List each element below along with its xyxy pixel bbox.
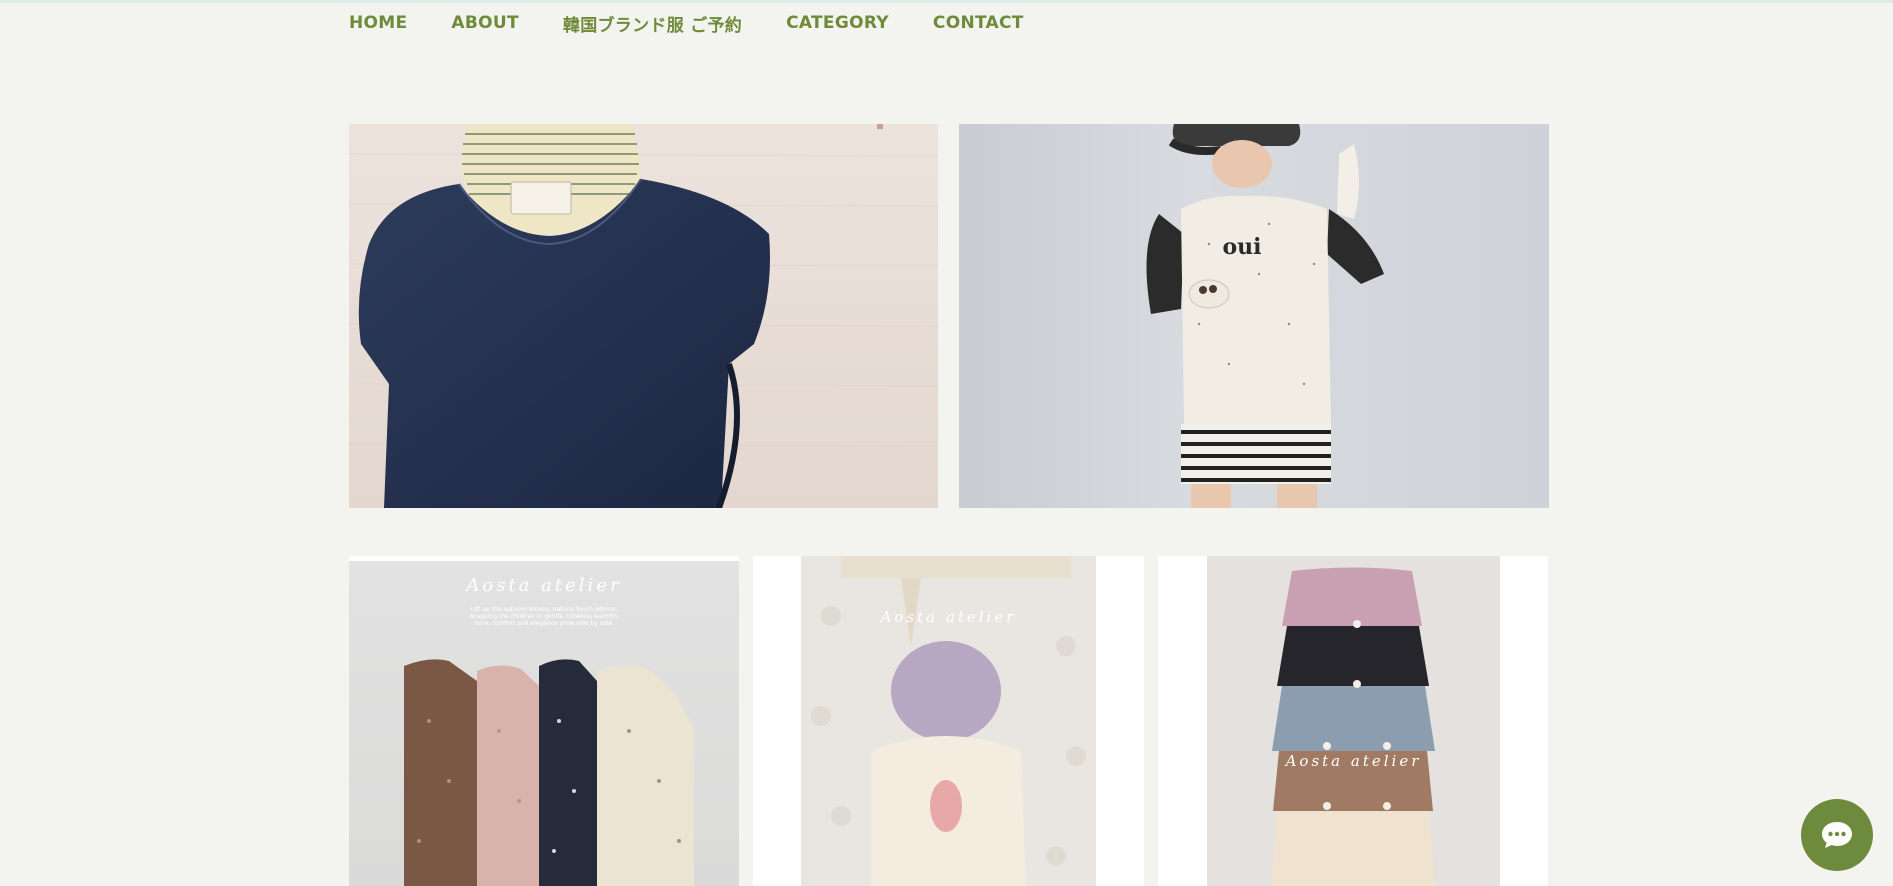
kid-raglan-image: oui [1146, 124, 1384, 508]
chat-bubble-icon [1822, 822, 1852, 848]
product-card[interactable]: Aosta atelier Lift up the autumn breeze,… [349, 556, 739, 886]
denim-top-image [349, 124, 938, 508]
brand-watermark: Aosta atelier [1285, 752, 1422, 770]
nav-home[interactable]: HOME [349, 13, 407, 33]
product-image: Aosta atelier [801, 556, 1096, 886]
product-image: Aosta atelier Lift up the autumn breeze,… [349, 561, 739, 886]
product-card[interactable]: Aosta atelier [753, 556, 1144, 886]
floral-tops-graphic [404, 659, 694, 886]
top-border [0, 0, 1893, 3]
brand-watermark: Aosta atelier [880, 608, 1017, 626]
beret-romper-graphic [811, 556, 1086, 886]
product-image: Aosta atelier [1207, 556, 1500, 886]
chat-button[interactable] [1801, 799, 1873, 871]
kid-shirt-text: oui [1222, 234, 1261, 260]
main-nav: HOME ABOUT 韓国ブランド服 ご予約 CATEGORY CONTACT [349, 11, 1068, 36]
featured-photo-denim[interactable] [349, 124, 938, 508]
nav-contact[interactable]: CONTACT [933, 13, 1024, 33]
nav-korean-brand-reservation[interactable]: 韓国ブランド服 ご予約 [563, 11, 742, 36]
nav-category[interactable]: CATEGORY [786, 13, 889, 33]
product-card[interactable]: Aosta atelier [1158, 556, 1548, 886]
nav-about[interactable]: ABOUT [451, 13, 518, 33]
skirts-stack-graphic [1271, 567, 1435, 886]
featured-photo-kid[interactable]: oui [959, 124, 1549, 508]
